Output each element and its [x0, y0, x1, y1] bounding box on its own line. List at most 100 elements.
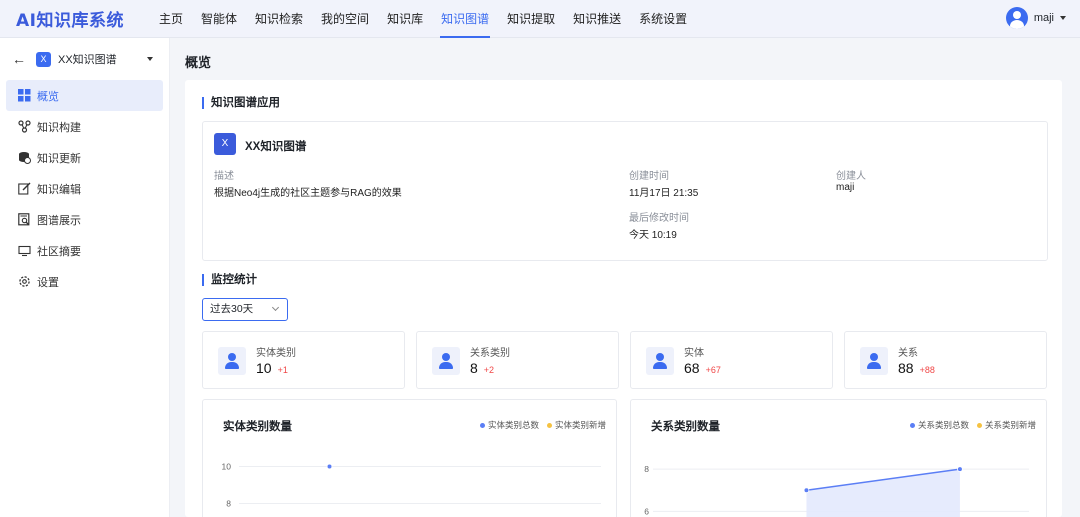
avatar	[1005, 7, 1028, 29]
stat-value: 68 +67	[684, 360, 721, 376]
user-menu[interactable]: maji	[1005, 7, 1066, 29]
sidebar-item-graph-view[interactable]: 图谱展示	[6, 204, 163, 235]
modified-time-value: 今天 10:19	[629, 230, 677, 241]
app-badge: X	[214, 133, 236, 155]
stat-delta: +2	[483, 365, 495, 375]
stat-delta: +67	[705, 365, 721, 375]
nav-item-agent[interactable]: 智能体	[192, 0, 246, 38]
sidebar-item-label: 设置	[37, 276, 59, 289]
stat-value: 10 +1	[256, 360, 288, 376]
legend-dot	[909, 422, 915, 428]
app-name: XX知识图谱	[245, 141, 307, 153]
gear-icon	[18, 275, 31, 288]
nav-item-settings[interactable]: 系统设置	[630, 0, 696, 38]
edit-icon	[18, 182, 31, 195]
nav-item-extraction[interactable]: 知识提取	[498, 0, 564, 38]
sidebar-item-community-summary[interactable]: 社区摘要	[6, 235, 163, 266]
description-label: 描述	[214, 171, 234, 182]
main-nav: 主页 智能体 知识检索 我的空间 知识库 知识图谱 知识提取 知识推送 系统设置	[150, 0, 696, 38]
data-point	[326, 463, 333, 470]
top-nav-bar: AI知识库系统 主页 智能体 知识检索 我的空间 知识库 知识图谱 知识提取 知…	[0, 0, 1080, 38]
sidebar-item-edit[interactable]: 知识编辑	[6, 173, 163, 204]
stat-card-relations: 关系 88 +88	[844, 331, 1047, 389]
app-logo[interactable]: AI知识库系统	[16, 6, 150, 31]
main-content: 概览 知识图谱应用 X XX知识图谱 描述 根据Neo4j生成的社区主题参与RA…	[170, 38, 1080, 517]
user-name: maji	[1033, 12, 1054, 24]
chart-legend: 实体类别总数 实体类别新增	[479, 419, 606, 431]
chart-card-entity-types: 实体类别数量 实体类别总数 实体类别新增 10 8	[202, 399, 617, 517]
nav-item-knowledge-base[interactable]: 知识库	[378, 0, 432, 38]
back-arrow-icon[interactable]: ←	[12, 51, 26, 67]
sidebar-item-label: 概览	[37, 90, 59, 103]
nav-item-home[interactable]: 主页	[150, 0, 192, 38]
time-range-select[interactable]: 过去30天	[202, 298, 288, 321]
stat-card-relation-types: 关系类别 8 +2	[416, 331, 619, 389]
y-tick-label: 6	[644, 506, 649, 516]
legend-item-total[interactable]: 实体类别总数	[479, 419, 539, 431]
app-card: X XX知识图谱 描述 根据Neo4j生成的社区主题参与RAG的效果 创建时间 …	[202, 121, 1048, 261]
stat-card-entities: 实体 68 +67	[630, 331, 833, 389]
monitor-icon	[18, 244, 31, 257]
legend-dot	[479, 422, 485, 428]
caret-down-icon	[146, 57, 153, 61]
description-value: 根据Neo4j生成的社区主题参与RAG的效果	[214, 188, 402, 199]
chart-entity-types: 10 8	[222, 462, 601, 509]
nav-item-knowledge-graph[interactable]: 知识图谱	[432, 0, 498, 38]
sidebar-item-settings[interactable]: 设置	[6, 266, 163, 297]
y-tick-label: 8	[226, 499, 231, 509]
modified-time-label: 最后修改时间	[629, 213, 689, 224]
sidebar-item-update[interactable]: 知识更新	[6, 142, 163, 173]
stat-delta: +1	[277, 365, 288, 375]
sidebar-item-label: 知识构建	[37, 121, 81, 134]
chart-relation-types: 86	[644, 464, 1029, 517]
stat-card-entity-types: 实体类别 10 +1	[202, 331, 405, 389]
database-sync-icon	[18, 151, 31, 164]
legend-item-new[interactable]: 关系类别新增	[976, 419, 1036, 431]
stat-label: 关系类别	[470, 348, 510, 359]
sidebar-item-label: 社区摘要	[37, 245, 81, 258]
grid-icon	[18, 89, 31, 102]
stat-label: 实体	[684, 348, 704, 359]
chevron-down-icon	[271, 303, 280, 312]
creator-value: maji	[836, 182, 855, 193]
nav-item-push[interactable]: 知识推送	[564, 0, 630, 38]
legend-item-total[interactable]: 关系类别总数	[909, 419, 969, 431]
sidebar-item-label: 图谱展示	[37, 214, 81, 227]
kb-selector[interactable]: ← X XX知识图谱	[0, 38, 169, 80]
overview-panel: 知识图谱应用 X XX知识图谱 描述 根据Neo4j生成的社区主题参与RAG的效…	[185, 80, 1062, 517]
stat-value: 8 +2	[470, 360, 495, 376]
nav-item-my-space[interactable]: 我的空间	[312, 0, 378, 38]
data-point	[957, 466, 963, 472]
user-icon	[646, 347, 674, 375]
y-tick-label: 8	[644, 464, 649, 474]
user-icon	[432, 347, 460, 375]
user-icon	[860, 347, 888, 375]
sidebar-item-label: 知识编辑	[37, 183, 81, 196]
sidebar: ← X XX知识图谱 概览 知识构建 知识更新 知识编辑 图谱展示 社区摘要 设…	[0, 38, 170, 517]
caret-down-icon	[1060, 16, 1066, 20]
created-time-value: 11月17日 21:35	[629, 188, 699, 199]
nav-item-search[interactable]: 知识检索	[246, 0, 312, 38]
user-icon	[218, 347, 246, 375]
stat-label: 实体类别	[256, 348, 296, 359]
chart-title: 关系类别数量	[651, 421, 720, 433]
kb-name: XX知识图谱	[58, 54, 117, 66]
sidebar-item-label: 知识更新	[37, 152, 81, 165]
page-title: 概览	[185, 55, 212, 70]
area-fill	[806, 469, 960, 517]
stat-value: 88 +88	[898, 360, 935, 376]
creator-label: 创建人	[836, 171, 866, 182]
time-range-value: 过去30天	[210, 303, 254, 315]
legend-item-new[interactable]: 实体类别新增	[546, 419, 606, 431]
data-point	[803, 487, 810, 494]
chart-legend: 关系类别总数 关系类别新增	[909, 419, 1036, 431]
sidebar-item-build[interactable]: 知识构建	[6, 111, 163, 142]
sidebar-item-overview[interactable]: 概览	[6, 80, 163, 111]
kb-icon: X	[36, 51, 51, 67]
section-title-monitor: 监控统计	[202, 274, 257, 286]
created-time-label: 创建时间	[629, 171, 669, 182]
y-tick-label: 10	[222, 462, 232, 472]
stat-label: 关系	[898, 348, 918, 359]
graph-nodes-icon	[18, 120, 31, 133]
chart-title: 实体类别数量	[223, 421, 292, 433]
